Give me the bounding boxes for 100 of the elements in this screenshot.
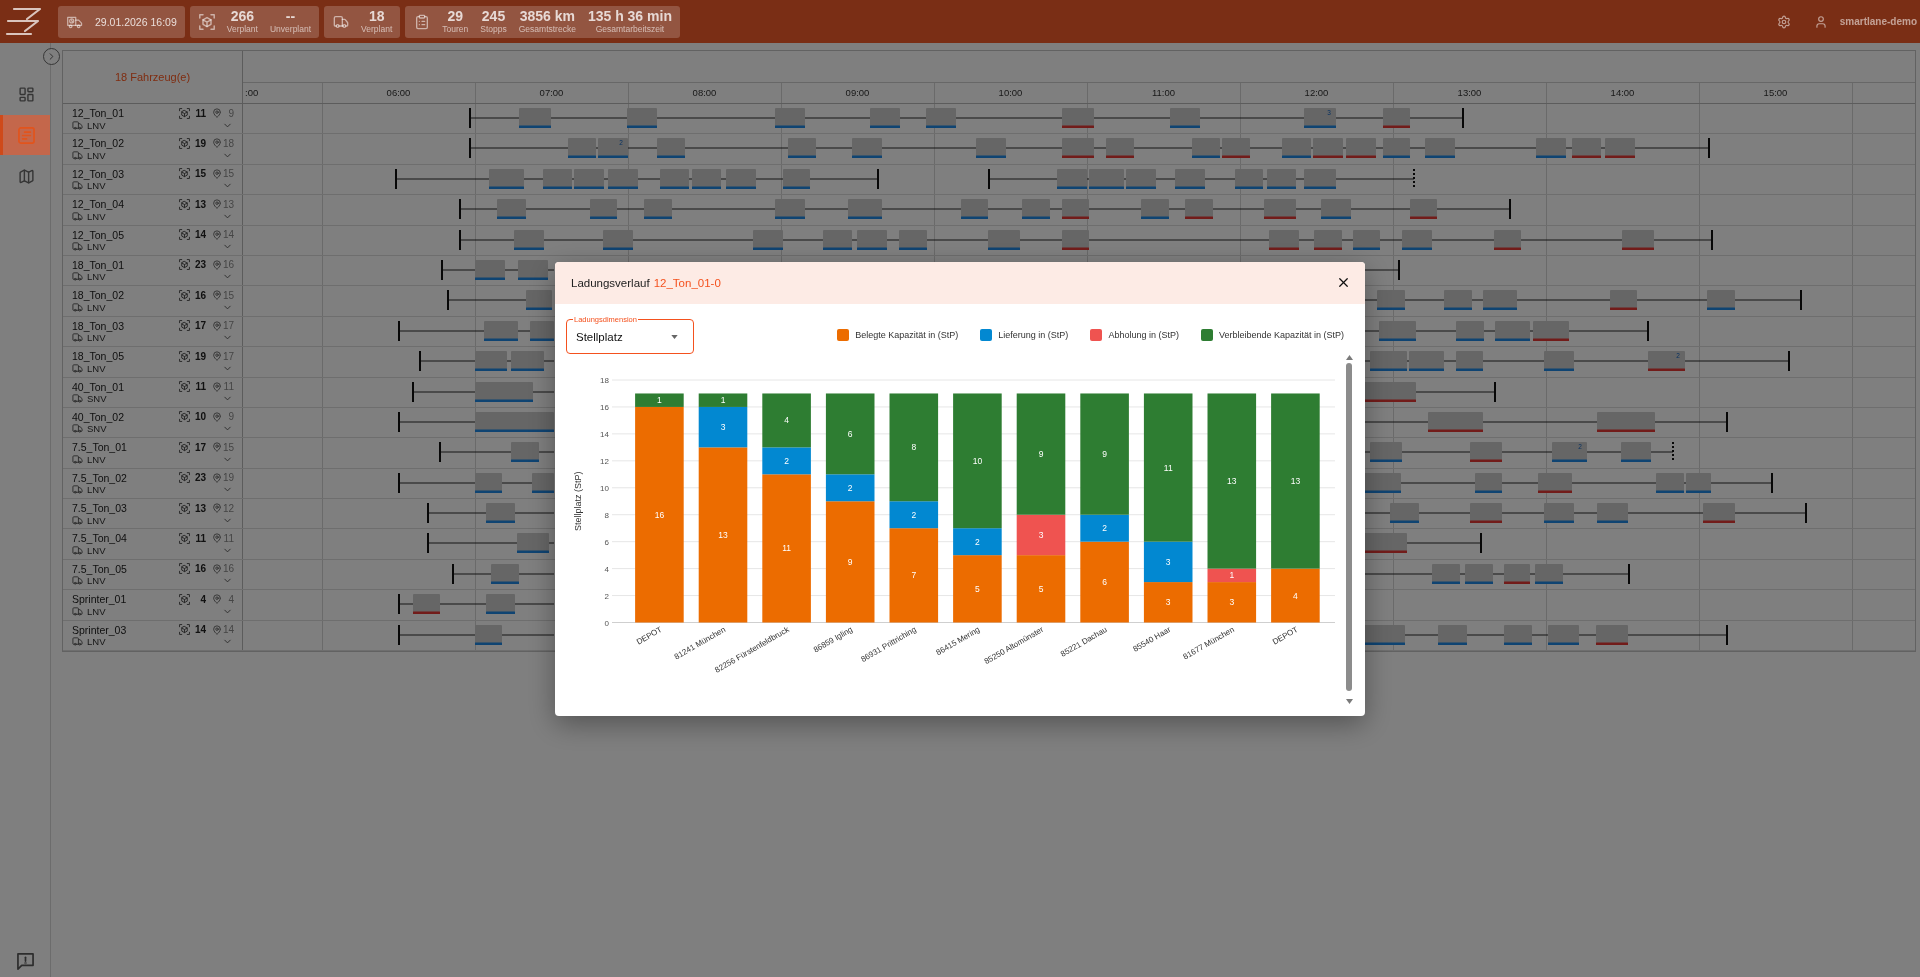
data-label: 1 (657, 394, 662, 405)
vehicle-name: 7.5_Ton_04 (72, 532, 128, 545)
stat-value: 135 h 36 min (587, 8, 672, 24)
shipment-count: 11 (194, 381, 206, 392)
stop-count: 14 (222, 624, 234, 636)
legend-label: Verbleibende Kapazität in (StP) (1218, 329, 1344, 340)
stop-count: 16 (222, 259, 234, 271)
cube-icon (198, 13, 215, 30)
shipment-count: 16 (193, 563, 206, 575)
cube-icon (179, 593, 190, 605)
data-label: 11 (1163, 462, 1173, 473)
feedback-button[interactable] (16, 953, 34, 970)
data-label: 2 (911, 509, 917, 520)
vehicle-type: LNV (87, 271, 107, 283)
close-icon (1336, 275, 1351, 290)
shipment-count: 17 (193, 441, 206, 453)
data-label: 13 (1290, 475, 1301, 486)
vehicle-name: 40_Ton_01 (72, 380, 125, 393)
map-pin-icon (212, 351, 222, 362)
dialog-title: Ladungsverlauf (571, 276, 650, 289)
map-pin-icon (212, 168, 222, 179)
data-label: 2 (847, 482, 853, 493)
data-label: 9 (847, 556, 853, 567)
cube-icon (179, 350, 190, 362)
cube-icon (179, 472, 190, 484)
vehicle-count: 18 Fahrzeug(e) (114, 71, 191, 83)
tour-id: 12_Ton_01-0 (653, 276, 721, 289)
data-label: 1 (720, 394, 726, 405)
axis-tick-label: 18 (600, 375, 609, 385)
cube-icon (179, 168, 190, 180)
map-pin-icon (212, 138, 222, 149)
shipment-count: 4 (199, 593, 206, 605)
truck-icon (72, 575, 83, 587)
vehicle-name: 18_Ton_05 (72, 350, 125, 363)
shipment-count: 14 (193, 229, 206, 241)
vehicle-name: 12_Ton_05 (72, 228, 125, 241)
data-label: 2 (1102, 522, 1107, 533)
data-label: 3 (1038, 529, 1044, 540)
stop-count: 11 (222, 532, 234, 544)
data-label: 13 (1227, 475, 1237, 486)
cube-icon (179, 229, 190, 241)
hour-label: 15:00 (1762, 86, 1789, 100)
legend-label: Lieferung in (StP) (998, 329, 1069, 340)
truck-icon (72, 544, 83, 556)
data-label: 3 (1229, 596, 1235, 607)
scroll-down-icon[interactable] (1345, 698, 1353, 704)
stop-block[interactable] (1364, 472, 1401, 493)
tour-line (1363, 258, 1400, 281)
stop-count: 11 (222, 381, 234, 392)
vehicle-type: LNV (87, 605, 107, 617)
shipment-count: 19 (193, 350, 206, 362)
clipboard-list-icon (414, 13, 431, 30)
scrollbar-thumb[interactable] (1346, 362, 1352, 691)
expand-toggle[interactable] (43, 48, 60, 65)
hour-label: 09:00 (844, 86, 871, 100)
vehicle-type: LNV (87, 149, 107, 161)
cube-icon (179, 502, 190, 514)
truck-icon (72, 332, 83, 344)
data-label: 8 (911, 441, 917, 452)
vehicle-name: 7.5_Ton_03 (72, 502, 128, 515)
hour-label: 06:00 (385, 86, 412, 100)
vehicle-type: LNV (87, 301, 107, 313)
vehicle-name: 12_Ton_04 (72, 198, 125, 211)
axis-tick-label: 16 (600, 402, 609, 412)
user-icon (1813, 14, 1828, 29)
truck-icon (72, 149, 83, 161)
stop-count: 14 (222, 229, 234, 241)
data-label: 2 (784, 455, 789, 466)
vehicle-name: 12_Ton_01 (72, 107, 125, 119)
stat-value: 18 (368, 8, 385, 24)
data-label: 9 (1102, 448, 1107, 459)
shipment-count: 17 (193, 320, 206, 332)
scroll-up-icon[interactable] (1345, 354, 1353, 360)
cube-icon (179, 381, 190, 392)
stop-block[interactable] (1364, 624, 1405, 645)
vehicle-name: 18_Ton_02 (72, 289, 125, 302)
map-pin-icon (212, 563, 222, 574)
truck-icon (72, 423, 83, 435)
data-label: 3 (720, 421, 726, 432)
map-pin-icon (212, 229, 222, 240)
truck-icon (72, 271, 83, 283)
vehicle-name: 12_Ton_02 (72, 137, 125, 150)
axis-tick-label: 2 (604, 591, 609, 601)
hour-label: 12:00 (1303, 86, 1330, 100)
hour-label: 11:00 (1150, 86, 1177, 100)
stat-label: Gesamtarbeitszeit (595, 24, 665, 35)
stop-count: 12 (222, 502, 234, 514)
caret-icon (671, 334, 678, 339)
stop-block[interactable] (1364, 533, 1407, 554)
data-label: 9 (1038, 448, 1044, 459)
settings-icon (1776, 14, 1791, 29)
truck-icon (72, 241, 83, 253)
hour-label: :00 (244, 86, 260, 100)
truck-icon (72, 301, 83, 313)
data-label: 11 (782, 542, 791, 553)
stat-label: Verplant (361, 24, 393, 35)
user-menu[interactable]: smartlane-demo (1811, 12, 1917, 31)
stat-value: 3856 km (519, 8, 575, 24)
cube-icon (179, 198, 190, 210)
hour-label: 08:00 (691, 86, 718, 100)
